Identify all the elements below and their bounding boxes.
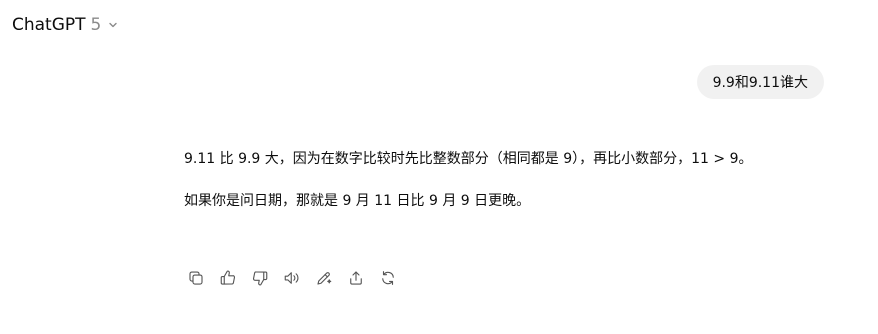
assistant-paragraph: 9.11 比 9.9 大，因为在数字比较时先比整数部分（相同都是 9），再比小数… xyxy=(184,151,753,167)
thumbs-up-button[interactable] xyxy=(216,266,240,290)
message-action-bar xyxy=(184,266,400,290)
regenerate-icon xyxy=(382,271,394,285)
share-button[interactable] xyxy=(344,266,368,290)
thumbs-down-icon xyxy=(252,271,268,286)
assistant-message: 9.11 比 9.9 大，因为在数字比较时先比整数部分（相同都是 9），再比小数… xyxy=(184,145,804,229)
user-message-text: 9.9和9.11谁大 xyxy=(712,75,808,91)
model-switcher[interactable]: ChatGPT 5 xyxy=(12,12,119,38)
read-aloud-button[interactable] xyxy=(280,266,304,290)
thumbs-down-button[interactable] xyxy=(248,266,272,290)
assistant-paragraph: 如果你是问日期，那就是 9 月 11 日比 9 月 9 日更晚。 xyxy=(184,193,531,209)
read-aloud-icon xyxy=(284,272,299,284)
copy-button[interactable] xyxy=(184,266,208,290)
model-version: 5 xyxy=(90,15,102,35)
edit-button[interactable] xyxy=(312,266,336,290)
thumbs-up-icon xyxy=(220,270,236,285)
copy-icon xyxy=(189,271,203,285)
chevron-down-icon xyxy=(107,19,119,31)
share-icon xyxy=(350,271,362,285)
edit-icon xyxy=(317,272,332,285)
user-message-bubble: 9.9和9.11谁大 xyxy=(696,65,824,99)
regenerate-button[interactable] xyxy=(376,266,400,290)
chat-page: ChatGPT 5 9.9和9.11谁大 9.11 比 9.9 大，因为在数字比… xyxy=(0,0,878,334)
model-name: ChatGPT xyxy=(12,15,86,35)
